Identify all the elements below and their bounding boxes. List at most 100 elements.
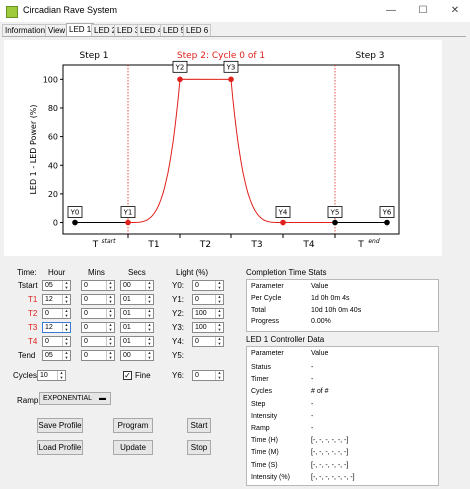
light-spinbox[interactable]: 0 ▲ ▼ bbox=[192, 294, 224, 305]
ramp-value: EXPONENTIAL bbox=[43, 395, 93, 402]
tab-led-1[interactable]: LED 1 bbox=[66, 23, 95, 37]
spin-arrows-icon[interactable]: ▲ ▼ bbox=[145, 336, 153, 346]
mins-spinbox[interactable]: 0 ▲ ▼ bbox=[81, 350, 115, 361]
hour-spinbox[interactable]: 0 ▲ ▼ bbox=[42, 308, 71, 319]
x-segment-label: T bbox=[92, 240, 99, 250]
series-line-curve bbox=[127, 78, 336, 224]
spin-arrows-icon[interactable]: ▲ ▼ bbox=[215, 322, 223, 332]
spin-arrows-icon[interactable]: ▲ ▼ bbox=[57, 370, 65, 380]
save-profile-button[interactable]: Save Profile bbox=[37, 418, 83, 433]
secs-spinbox[interactable]: 00 ▲ ▼ bbox=[120, 280, 154, 291]
spin-arrows-icon[interactable]: ▲ ▼ bbox=[215, 294, 223, 304]
stop-button[interactable]: Stop bbox=[187, 440, 211, 455]
hour-spinbox[interactable]: 05 ▲ ▼ bbox=[42, 280, 71, 291]
spin-arrows-icon[interactable]: ▲ ▼ bbox=[106, 308, 114, 318]
point-label: Y4 bbox=[278, 209, 288, 217]
secs-spinbox[interactable]: 01 ▲ ▼ bbox=[120, 308, 154, 319]
cycles-value: 10 bbox=[40, 372, 48, 379]
spin-arrows-icon[interactable]: ▲ ▼ bbox=[62, 322, 70, 332]
secs-value: 01 bbox=[123, 310, 131, 317]
program-button[interactable]: Program bbox=[113, 418, 153, 433]
minimize-button[interactable]: — bbox=[380, 3, 402, 19]
hour-spinbox[interactable]: 12 ▲ ▼ bbox=[42, 294, 71, 305]
spin-arrows-icon[interactable]: ▲ ▼ bbox=[62, 280, 70, 290]
fine-checkbox[interactable]: ✓ bbox=[123, 371, 132, 380]
spin-arrows-icon[interactable]: ▲ ▼ bbox=[215, 280, 223, 290]
param-cell: Per Cycle bbox=[251, 295, 282, 302]
completion-col-value: Value bbox=[311, 283, 329, 290]
step-1-label: Step 1 bbox=[79, 51, 108, 61]
secs-value: 01 bbox=[123, 338, 131, 345]
light-spinbox[interactable]: 0 ▲ ▼ bbox=[192, 280, 224, 291]
maximize-button[interactable]: ☐ bbox=[412, 3, 434, 19]
x-segment-label: T3 bbox=[250, 240, 262, 250]
checkmark-icon: ✓ bbox=[124, 371, 131, 380]
data-point bbox=[332, 219, 338, 226]
light-spinbox[interactable]: 0 ▲ ▼ bbox=[192, 336, 224, 347]
value-cell: [-, -, -, -, -, -] bbox=[311, 437, 349, 445]
light-row-label: Y2: bbox=[172, 309, 185, 318]
spin-arrows-icon[interactable]: ▲ ▼ bbox=[145, 350, 153, 360]
spin-arrows-icon[interactable]: ▲ ▼ bbox=[106, 322, 114, 332]
x-segment-sup: end bbox=[368, 238, 379, 245]
spin-arrows-icon[interactable]: ▲ ▼ bbox=[215, 336, 223, 346]
value-cell: - bbox=[311, 376, 314, 384]
mins-spinbox[interactable]: 0 ▲ ▼ bbox=[81, 294, 115, 305]
point-label: Y1 bbox=[123, 209, 133, 217]
spin-arrows-icon[interactable]: ▲ ▼ bbox=[106, 294, 114, 304]
load-profile-button[interactable]: Load Profile bbox=[37, 440, 83, 455]
spin-arrows-icon[interactable]: ▲ ▼ bbox=[62, 350, 70, 360]
spin-arrows-icon[interactable]: ▲ ▼ bbox=[145, 322, 153, 332]
spin-arrows-icon[interactable]: ▲ ▼ bbox=[145, 294, 153, 304]
cycles-spinbox[interactable]: 10 ▲ ▼ bbox=[37, 370, 66, 381]
spin-arrows-icon[interactable]: ▲ ▼ bbox=[62, 308, 70, 318]
close-button[interactable]: ✕ bbox=[444, 3, 466, 19]
start-button[interactable]: Start bbox=[187, 418, 211, 433]
hour-value: 05 bbox=[45, 282, 53, 289]
y-tick-label: 40 bbox=[48, 161, 58, 170]
data-point bbox=[177, 76, 183, 83]
spin-arrows-icon[interactable]: ▲ ▼ bbox=[106, 350, 114, 360]
hour-spinbox[interactable]: 12 ▲ ▼ bbox=[42, 322, 71, 333]
secs-spinbox[interactable]: 01 ▲ ▼ bbox=[120, 336, 154, 347]
point-label: Y0 bbox=[70, 209, 80, 217]
update-button[interactable]: Update bbox=[113, 440, 153, 455]
mins-spinbox[interactable]: 0 ▲ ▼ bbox=[81, 322, 115, 333]
spin-arrows-icon[interactable]: ▲ ▼ bbox=[106, 280, 114, 290]
spin-arrows-icon[interactable]: ▲ ▼ bbox=[106, 336, 114, 346]
spin-arrows-icon[interactable]: ▲ ▼ bbox=[145, 280, 153, 290]
spin-arrows-icon[interactable]: ▲ ▼ bbox=[62, 294, 70, 304]
point-label: Y2 bbox=[175, 63, 185, 71]
mins-spinbox[interactable]: 0 ▲ ▼ bbox=[81, 336, 115, 347]
controller-col-parameter: Parameter bbox=[251, 350, 284, 357]
y6-spinbox[interactable]: 0 ▲ ▼ bbox=[192, 370, 224, 381]
row-label: T1 bbox=[28, 295, 38, 304]
data-point bbox=[228, 76, 234, 83]
data-point bbox=[72, 219, 78, 226]
value-cell: - bbox=[311, 364, 314, 371]
spin-arrows-icon[interactable]: ▲ ▼ bbox=[215, 370, 223, 380]
mins-spinbox[interactable]: 0 ▲ ▼ bbox=[81, 280, 115, 291]
spin-arrows-icon[interactable]: ▲ ▼ bbox=[145, 308, 153, 318]
plot-area bbox=[62, 64, 400, 235]
step-3-label: Step 3 bbox=[355, 51, 384, 61]
y-tick-label: 0 bbox=[53, 219, 58, 228]
secs-value: 01 bbox=[123, 296, 131, 303]
cycles-label: Cycles: bbox=[13, 371, 40, 380]
secs-spinbox[interactable]: 00 ▲ ▼ bbox=[120, 350, 154, 361]
data-point bbox=[280, 219, 286, 226]
mins-spinbox[interactable]: 0 ▲ ▼ bbox=[81, 308, 115, 319]
secs-spinbox[interactable]: 01 ▲ ▼ bbox=[120, 322, 154, 333]
hour-spinbox[interactable]: 0 ▲ ▼ bbox=[42, 336, 71, 347]
hour-header: Hour bbox=[48, 268, 66, 277]
spin-arrows-icon[interactable]: ▲ ▼ bbox=[215, 308, 223, 318]
hour-spinbox[interactable]: 05 ▲ ▼ bbox=[42, 350, 71, 361]
secs-spinbox[interactable]: 01 ▲ ▼ bbox=[120, 294, 154, 305]
led-power-chart: 0 20 40 60 80 100 LED 1 - LED Power (%) Step 1 S… bbox=[29, 51, 400, 250]
ramp-dropdown[interactable]: EXPONENTIAL ▬ bbox=[39, 392, 111, 405]
light-spinbox[interactable]: 100 ▲ ▼ bbox=[192, 308, 224, 319]
value-cell: - bbox=[311, 412, 314, 420]
mins-value: 0 bbox=[84, 352, 88, 359]
light-spinbox[interactable]: 100 ▲ ▼ bbox=[192, 322, 224, 333]
spin-arrows-icon[interactable]: ▲ ▼ bbox=[62, 336, 70, 346]
